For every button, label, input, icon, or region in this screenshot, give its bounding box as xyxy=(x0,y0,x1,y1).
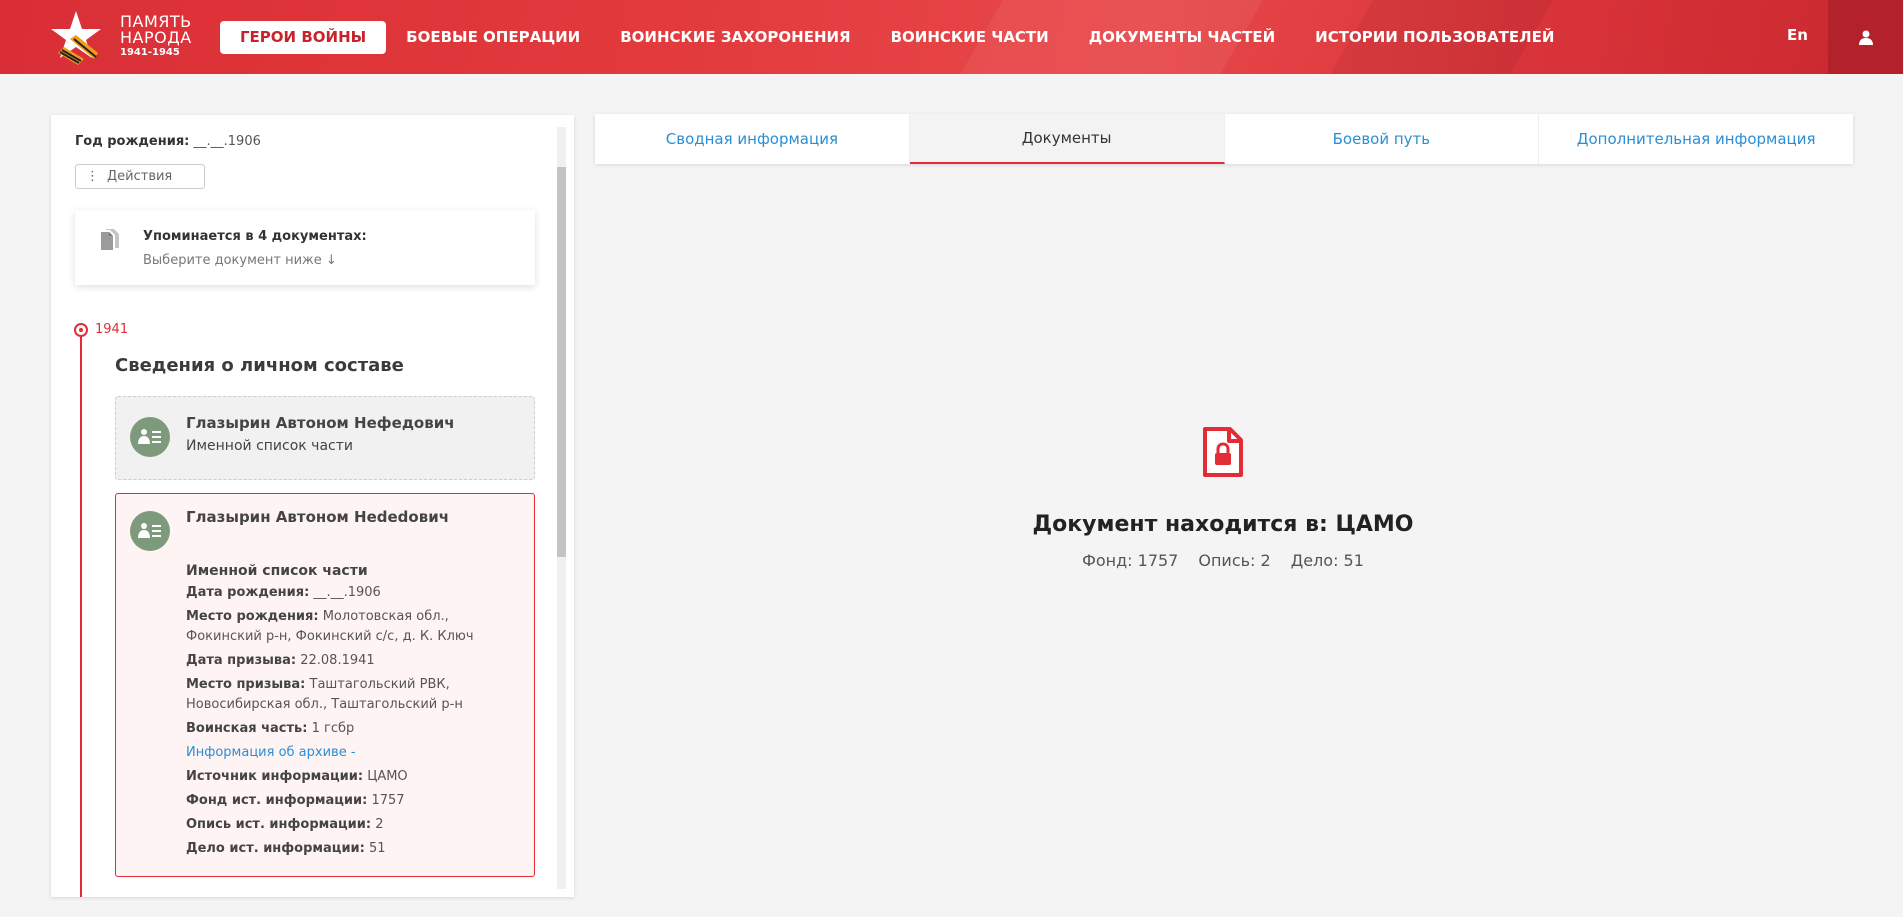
birth-year-value: __.__.1906 xyxy=(193,134,261,149)
language-switch[interactable]: En xyxy=(1787,26,1808,44)
field-label: Воинская часть: xyxy=(186,721,308,736)
site-logo[interactable]: ПАМЯТЬ НАРОДА 1941-1945 xyxy=(50,9,200,65)
logo-text: ПАМЯТЬ НАРОДА 1941-1945 xyxy=(120,14,192,59)
site-header: ПАМЯТЬ НАРОДА 1941-1945 ГЕРОИ ВОЙНЫ БОЕВ… xyxy=(0,0,1903,74)
star-ribbon-logo-icon xyxy=(51,11,101,65)
nav-item-heroes[interactable]: ГЕРОИ ВОЙНЫ xyxy=(220,21,387,54)
field-draft-place: Место призыва: Таштагольский РВК, Новоси… xyxy=(186,675,526,715)
field-delo: Дело ист. информации: 51 xyxy=(186,839,526,859)
logo-years: 1941-1945 xyxy=(120,47,180,58)
field-draft-date: Дата призыва: 22.08.1941 xyxy=(186,651,526,671)
record-doc-type: Именной список части xyxy=(186,438,353,454)
actions-label: Действия xyxy=(107,169,173,184)
field-value: __.__.1906 xyxy=(313,585,381,600)
field-info-source: Источник информации: ЦАМО xyxy=(186,767,526,787)
document-location-title: Документ находится в: ЦАМО xyxy=(1032,512,1414,537)
nav-item-burials[interactable]: ВОИНСКИЕ ЗАХОРОНЕНИЯ xyxy=(600,21,870,54)
personnel-list-icon xyxy=(130,417,170,457)
user-account-button[interactable] xyxy=(1828,0,1903,74)
field-value: 22.08.1941 xyxy=(300,653,375,668)
field-label: Фонд ист. информации: xyxy=(186,793,368,808)
field-value: 2 xyxy=(375,817,384,832)
mentions-subtitle-text: Выберите документ ниже xyxy=(143,253,322,268)
field-military-unit: Воинская часть: 1 гсбр xyxy=(186,719,526,739)
timeline-dot xyxy=(74,323,88,337)
field-label: Дело ист. информации: xyxy=(186,841,365,856)
content-tabs: Сводная информация Документы Боевой путь… xyxy=(595,114,1853,164)
field-label: Дата рождения: xyxy=(186,585,310,600)
section-title: Сведения о личном составе xyxy=(115,355,404,376)
field-birth-date: Дата рождения: __.__.1906 xyxy=(186,583,526,603)
nav-item-units[interactable]: ВОИНСКИЕ ЧАСТИ xyxy=(871,21,1069,54)
locked-document-icon xyxy=(1203,427,1243,477)
field-birth-place: Место рождения: Молотовская обл., Фокинс… xyxy=(186,607,526,647)
field-label: Дата призыва: xyxy=(186,653,297,668)
logo-line-2: НАРОДА xyxy=(120,28,192,47)
record-name: Глазырин Автоном Нефедович xyxy=(186,414,455,432)
kebab-menu-icon: ⋮ xyxy=(86,169,99,184)
birth-year-label: Год рождения: xyxy=(75,134,190,149)
main-nav: ГЕРОИ ВОЙНЫ БОЕВЫЕ ОПЕРАЦИИ ВОИНСКИЕ ЗАХ… xyxy=(220,21,1574,54)
record-name: Глазырин Автоном Нededович xyxy=(186,508,450,526)
tab-additional-info[interactable]: Дополнительная информация xyxy=(1539,114,1853,164)
document-archive-meta: Фонд: 1757 Опись: 2 Дело: 51 xyxy=(995,551,1451,570)
field-value: ЦАМО xyxy=(367,769,408,784)
field-value: 1757 xyxy=(371,793,405,808)
nav-item-user-stories[interactable]: ИСТОРИИ ПОЛЬЗОВАТЕЛЕЙ xyxy=(1295,21,1574,54)
document-opis: Опись: 2 xyxy=(1198,551,1271,570)
archive-info-link[interactable]: Информация об архиве - xyxy=(186,743,526,763)
field-label: Опись ист. информации: xyxy=(186,817,372,832)
nav-item-battles[interactable]: БОЕВЫЕ ОПЕРАЦИИ xyxy=(386,21,600,54)
field-value: 51 xyxy=(369,841,386,856)
tab-combat-path[interactable]: Боевой путь xyxy=(1225,114,1540,164)
record-details: Именной список части Дата рождения: __._… xyxy=(186,561,526,863)
timeline-year: 1941 xyxy=(95,322,129,337)
document-record-selected[interactable]: Глазырин Автоном Нededович Именной списо… xyxy=(115,493,535,877)
document-delo: Дело: 51 xyxy=(1290,551,1364,570)
mentions-card: Упоминается в 4 документах: Выберите док… xyxy=(75,210,535,285)
tab-documents[interactable]: Документы xyxy=(909,114,1225,164)
hero-details-panel: Год рождения: __.__.1906 ⋮ Действия Упом… xyxy=(51,115,574,897)
record-doc-type: Именной список части xyxy=(186,563,368,579)
document-fond: Фонд: 1757 xyxy=(1082,551,1179,570)
field-fond: Фонд ист. информации: 1757 xyxy=(186,791,526,811)
scrollbar-thumb[interactable] xyxy=(557,167,566,557)
nav-item-unit-documents[interactable]: ДОКУМЕНТЫ ЧАСТЕЙ xyxy=(1069,21,1295,54)
mentions-subtitle: Выберите документ ниже ↓ xyxy=(143,253,337,268)
actions-button[interactable]: ⋮ Действия xyxy=(75,164,205,189)
personnel-list-icon xyxy=(130,511,170,551)
tab-summary[interactable]: Сводная информация xyxy=(595,114,910,164)
birth-year: Год рождения: __.__.1906 xyxy=(75,134,261,149)
field-value: 1 гсбр xyxy=(311,721,355,736)
document-record[interactable]: Глазырин Автоном Нефедович Именной списо… xyxy=(115,396,535,480)
field-opis: Опись ист. информации: 2 xyxy=(186,815,526,835)
field-label: Источник информации: xyxy=(186,769,364,784)
timeline-line xyxy=(80,330,82,897)
user-icon xyxy=(1858,30,1873,45)
mentions-title: Упоминается в 4 документах: xyxy=(143,229,367,244)
field-label: Место рождения: xyxy=(186,609,319,624)
documents-icon xyxy=(101,229,119,250)
arrow-down-icon: ↓ xyxy=(325,253,337,268)
field-label: Место призыва: xyxy=(186,677,306,692)
